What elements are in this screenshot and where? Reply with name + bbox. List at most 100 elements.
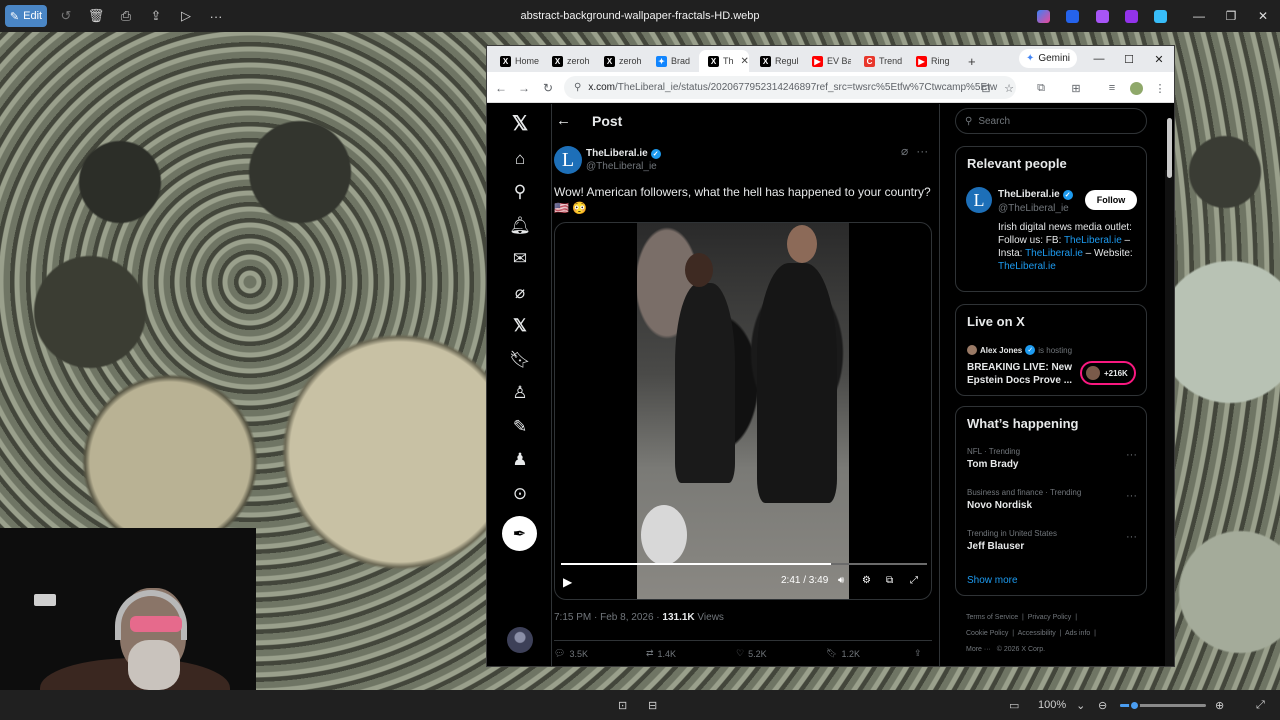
- reply-button[interactable]: 💬︎ 3.5K: [554, 648, 588, 659]
- page-scrollbar-thumb[interactable]: [1167, 118, 1172, 178]
- filmstrip-icon[interactable]: ⊟: [648, 690, 657, 720]
- live-listeners-pill[interactable]: +216K: [1080, 361, 1136, 385]
- maximize-icon[interactable]: ❐: [1214, 0, 1248, 32]
- explore-search-icon[interactable]: ⚲: [507, 179, 533, 205]
- relevant-handle[interactable]: @TheLiberal_ie: [998, 203, 1069, 214]
- author-name[interactable]: TheLiberal.ie ✓: [586, 148, 661, 159]
- rotate-icon[interactable]: ↺: [51, 0, 81, 32]
- live-host[interactable]: Alex Jones ✓ is hosting: [967, 345, 1072, 355]
- messages-icon[interactable]: ✉: [507, 246, 533, 272]
- reload-icon[interactable]: ↻: [539, 79, 557, 97]
- video-player[interactable]: ▶ 2:41 / 3:49 🔊︎ ⚙ ⧉ ⤢: [554, 222, 932, 600]
- communities-icon[interactable]: ♙: [507, 380, 533, 406]
- back-arrow-icon[interactable]: ←: [556, 112, 571, 129]
- profile-icon[interactable]: ♟: [507, 447, 533, 473]
- post-timestamp[interactable]: 7:15 PM · Feb 8, 2026 ·: [554, 612, 662, 623]
- actual-size-icon[interactable]: ▭: [1009, 690, 1019, 720]
- browser-tab[interactable]: Xzeroh: [543, 50, 591, 72]
- pip-icon[interactable]: ⧉: [886, 575, 893, 586]
- more-footer-link[interactable]: More ···: [966, 646, 991, 653]
- extensions-icon[interactable]: ⧉: [1032, 79, 1050, 97]
- bookmark-button[interactable]: 🔖︎ 1.2K: [826, 648, 860, 659]
- clipchamp-icon[interactable]: [1096, 10, 1109, 23]
- browser-tab[interactable]: ✦ Brad: [647, 50, 695, 72]
- tab-close-icon[interactable]: ✕: [741, 56, 749, 67]
- author-handle[interactable]: @TheLiberal_ie: [586, 161, 657, 172]
- new-tab-button[interactable]: +: [959, 50, 979, 72]
- browser-tab[interactable]: X Home: [491, 50, 539, 72]
- grok-explain-icon[interactable]: ⌀: [901, 144, 908, 158]
- browser-tab[interactable]: ▶ EV Ba: [803, 50, 851, 72]
- slideshow-icon[interactable]: ▷: [171, 0, 201, 32]
- install-app-icon[interactable]: ⊡: [977, 79, 995, 97]
- grok-icon[interactable]: ⌀: [507, 280, 533, 306]
- like-button[interactable]: ♡ 5.2K: [736, 648, 767, 659]
- relevant-name[interactable]: TheLiberal.ie ✓: [998, 189, 1073, 200]
- x-logo-icon[interactable]: 𝕏: [507, 110, 533, 136]
- premium-x-icon[interactable]: 𝕏: [507, 313, 533, 339]
- url-bar[interactable]: ⚲ x.com/TheLiberal_ie/status/20206779523…: [564, 76, 1016, 99]
- site-info-icon[interactable]: ⚲: [574, 82, 581, 93]
- designer-icon[interactable]: [1066, 10, 1079, 23]
- gemini-button[interactable]: ✦ Gemini: [1019, 49, 1077, 68]
- zoom-slider[interactable]: [1120, 700, 1206, 711]
- zoom-out-icon[interactable]: ⊖: [1098, 690, 1107, 720]
- bio-link-1[interactable]: TheLiberal.ie: [1064, 235, 1122, 246]
- trend-more-icon[interactable]: ···: [1126, 449, 1137, 461]
- delete-icon[interactable]: 🗑: [81, 0, 111, 32]
- play-icon[interactable]: ▶: [563, 575, 572, 589]
- fit-view-icon[interactable]: ⊡: [618, 690, 627, 720]
- accessibility-link[interactable]: Accessibility: [1018, 630, 1056, 637]
- trend-item[interactable]: Business and finance · Trending Novo Nor…: [967, 488, 1137, 511]
- photos-icon[interactable]: [1125, 10, 1138, 23]
- relevant-avatar[interactable]: L: [966, 187, 992, 213]
- video-progress-bar[interactable]: [561, 563, 927, 565]
- video-settings-icon[interactable]: ⚙: [862, 575, 871, 586]
- articles-icon[interactable]: ✎: [507, 414, 533, 440]
- minimize-icon[interactable]: —: [1182, 0, 1216, 32]
- screenshot-icon[interactable]: ⊞: [1067, 79, 1085, 97]
- fullscreen-icon[interactable]: ⤢: [910, 575, 918, 586]
- browser-maximize-icon[interactable]: ☐: [1114, 46, 1144, 72]
- repost-button[interactable]: ⇄ 1.4K: [646, 648, 676, 659]
- bio-link-3[interactable]: TheLiberal.ie: [998, 261, 1056, 272]
- show-more-link[interactable]: Show more: [967, 575, 1018, 586]
- browser-menu-icon[interactable]: ⋮: [1151, 79, 1169, 97]
- onedrive-icon[interactable]: [1154, 10, 1167, 23]
- browser-tab[interactable]: X Th ✕: [699, 50, 749, 72]
- share-icon[interactable]: ⇪: [141, 0, 171, 32]
- browser-tab[interactable]: C Trend: [855, 50, 903, 72]
- browser-tab[interactable]: ▶ Ring: [907, 50, 955, 72]
- zoom-slider-knob[interactable]: [1128, 700, 1140, 711]
- account-avatar[interactable]: [507, 627, 533, 653]
- privacy-link[interactable]: Privacy Policy: [1028, 614, 1072, 621]
- post-more-icon[interactable]: ···: [916, 144, 928, 158]
- bookmarks-icon[interactable]: 🔖︎: [507, 347, 533, 373]
- ads-info-link[interactable]: Ads info: [1065, 630, 1090, 637]
- browser-minimize-icon[interactable]: —: [1084, 46, 1114, 72]
- browser-tab[interactable]: X Regul: [751, 50, 799, 72]
- bio-link-2[interactable]: TheLiberal.ie: [1025, 248, 1083, 259]
- browser-tab[interactable]: Xzeroh: [595, 50, 643, 72]
- forward-icon[interactable]: →: [515, 79, 533, 97]
- edit-button[interactable]: ✎ Edit: [5, 5, 47, 27]
- live-stream-title[interactable]: BREAKING LIVE: New Epstein Docs Prove ..…: [967, 361, 1077, 387]
- share-post-icon[interactable]: ⇪: [914, 648, 922, 659]
- trend-item[interactable]: NFL · Trending Tom Brady ···: [967, 447, 1137, 470]
- more-circle-icon[interactable]: ⊙: [507, 481, 533, 507]
- terms-link[interactable]: Terms of Service: [966, 614, 1018, 621]
- more-options-icon[interactable]: ···: [201, 0, 231, 32]
- back-icon[interactable]: ←: [492, 79, 510, 97]
- trend-item[interactable]: Trending in United States Jeff Blauser ·…: [967, 529, 1137, 552]
- bookmark-star-icon[interactable]: ☆: [1000, 79, 1018, 97]
- print-icon[interactable]: ⎙: [111, 0, 141, 32]
- home-icon[interactable]: ⌂: [507, 146, 533, 172]
- reading-list-icon[interactable]: ≡: [1103, 79, 1121, 97]
- profile-avatar-icon[interactable]: [1127, 79, 1145, 97]
- notifications-bell-icon[interactable]: 🔔︎: [507, 213, 533, 239]
- zoom-in-icon[interactable]: ⊕: [1215, 690, 1224, 720]
- volume-icon[interactable]: 🔊︎: [838, 575, 844, 586]
- zoom-level[interactable]: 100% ⌄: [1038, 690, 1085, 720]
- author-avatar[interactable]: L: [554, 146, 582, 174]
- close-icon[interactable]: ✕: [1246, 0, 1280, 32]
